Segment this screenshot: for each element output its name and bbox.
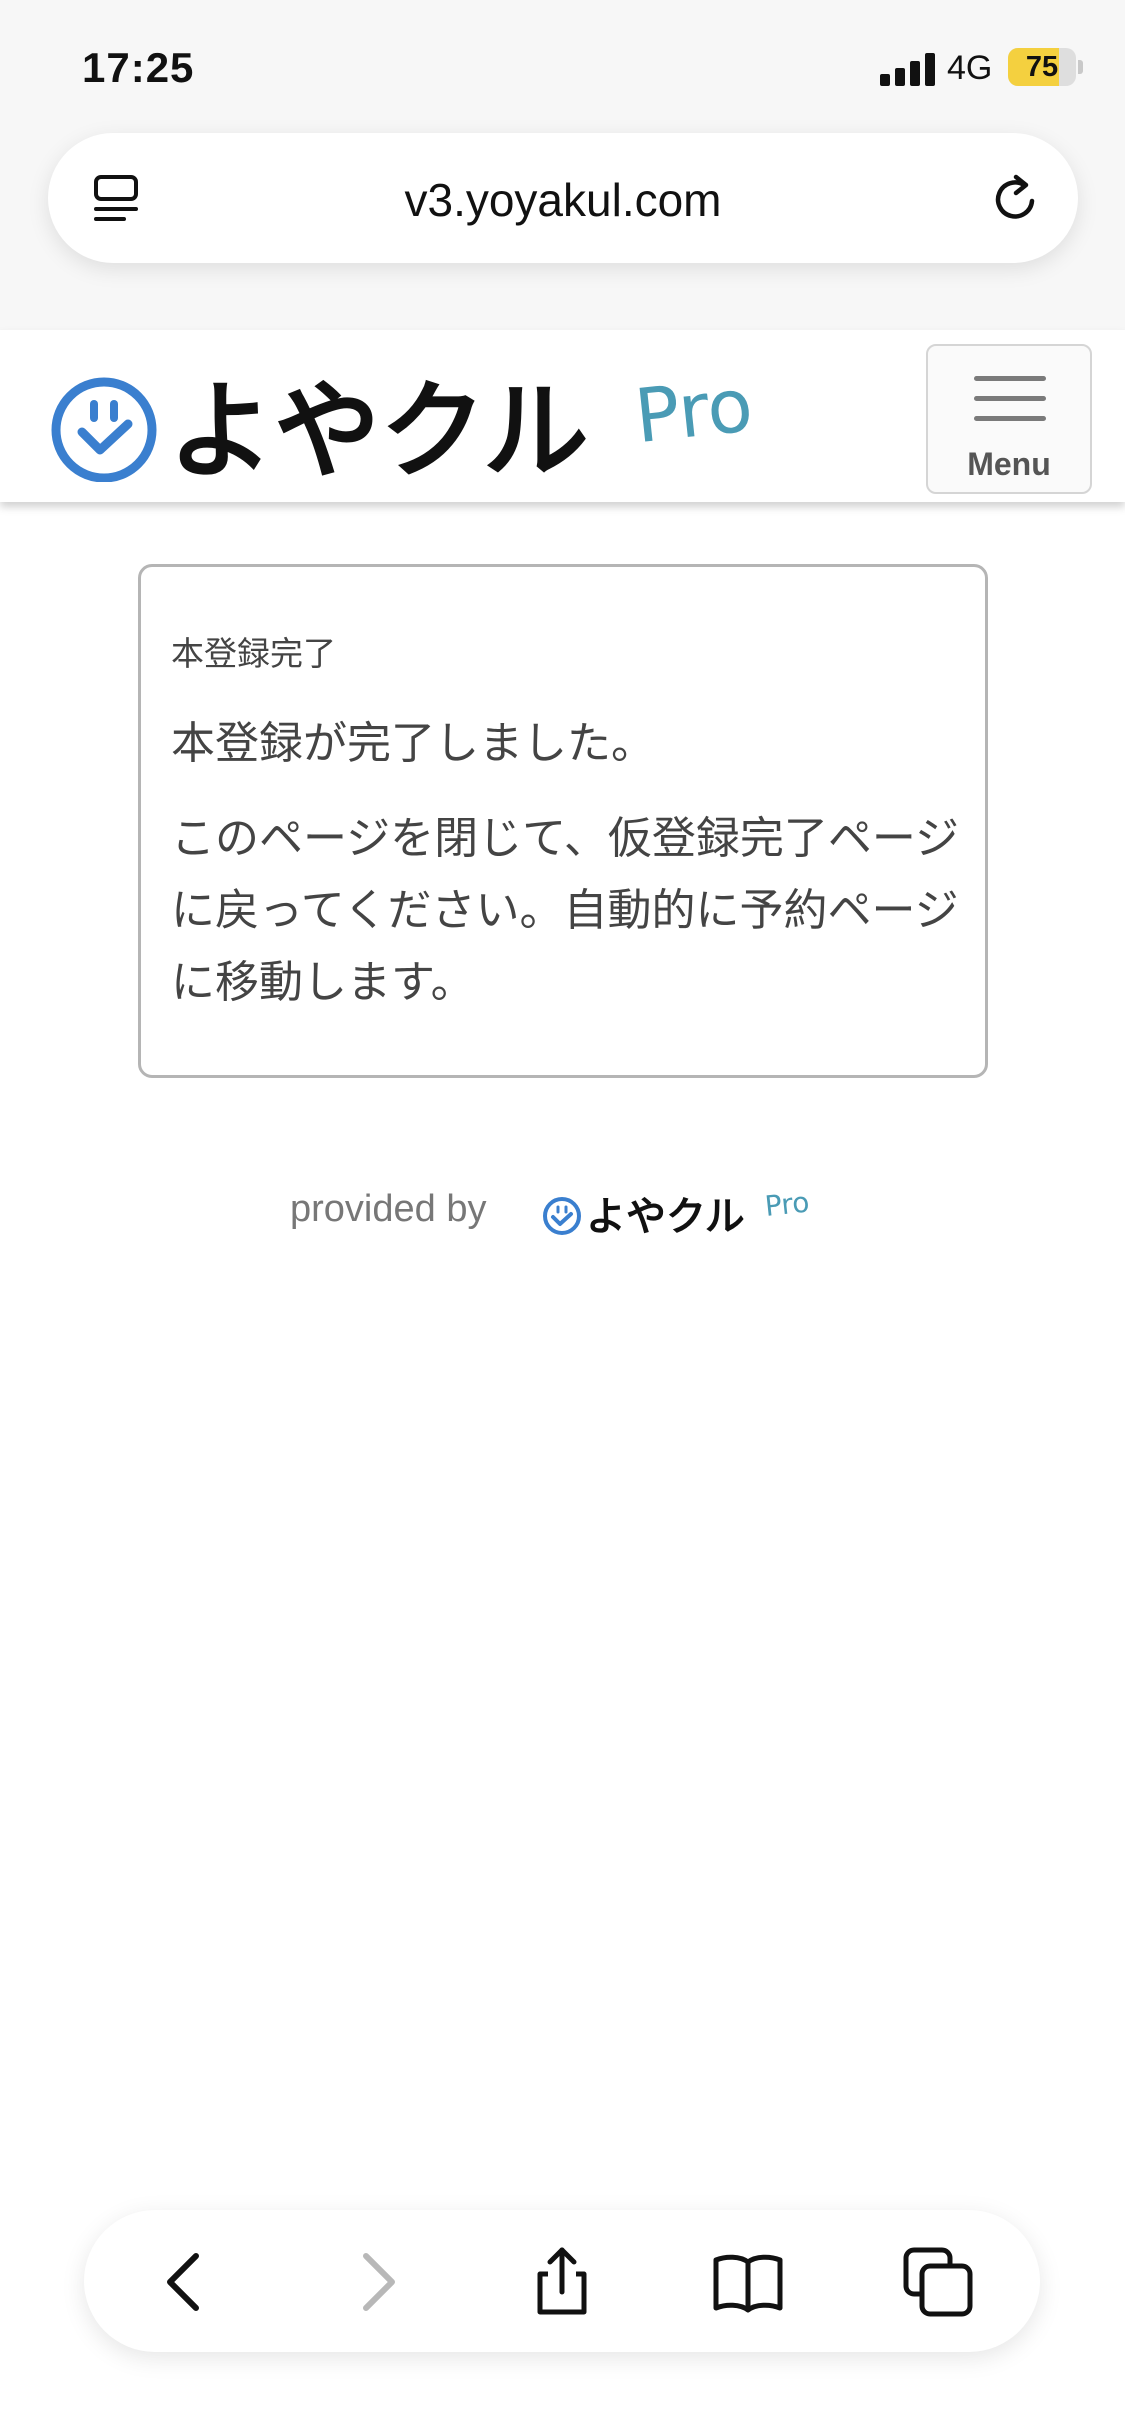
battery-tip [1078,60,1083,74]
tabs-icon[interactable] [902,2246,974,2318]
card-title: 本登録完了 [171,634,336,673]
site-header: よやクル Pro Menu [0,330,1125,502]
bookmarks-icon[interactable] [712,2246,784,2318]
address-bar[interactable]: v3.yoyakul.com [48,133,1078,263]
menu-label: Menu [967,446,1051,482]
footer-logo: よやクル Pro [543,1186,811,1238]
card-body: このページを閉じて、仮登録完了ページに戻ってください。自動的に予約ページに移動し… [171,813,960,1008]
completion-card: 本登録完了 本登録が完了しました。 このページを閉じて、仮登録完了ページに戻って… [138,564,988,1078]
menu-button[interactable]: Menu [926,344,1092,494]
provided-by-text: provided by [290,1188,487,1230]
battery-percent: 75 [1025,51,1059,83]
yoyakul-pro-logo[interactable]: よやクル Pro [50,352,790,482]
network-type: 4G [947,49,993,87]
browser-toolbar [84,2210,1040,2352]
battery-icon: 75 [1008,48,1076,86]
footer-logo-pro: Pro [763,1186,811,1223]
url-text[interactable]: v3.yoyakul.com [48,173,1078,227]
logo-wordmark: よやクル [168,370,589,482]
signal-icon [880,52,936,86]
share-icon[interactable] [526,2246,598,2318]
logo-pro-text: Pro [631,362,757,460]
status-time: 17:25 [82,44,195,91]
card-lead: 本登録が完了しました。 [171,718,655,769]
back-icon[interactable] [150,2246,222,2318]
hamburger-icon [974,376,1046,381]
forward-icon[interactable] [340,2246,412,2318]
reload-icon[interactable] [988,171,1044,227]
footer-logo-wordmark: よやクル [586,1194,745,1238]
status-bar: 17:25 4G 75 [0,0,1125,130]
